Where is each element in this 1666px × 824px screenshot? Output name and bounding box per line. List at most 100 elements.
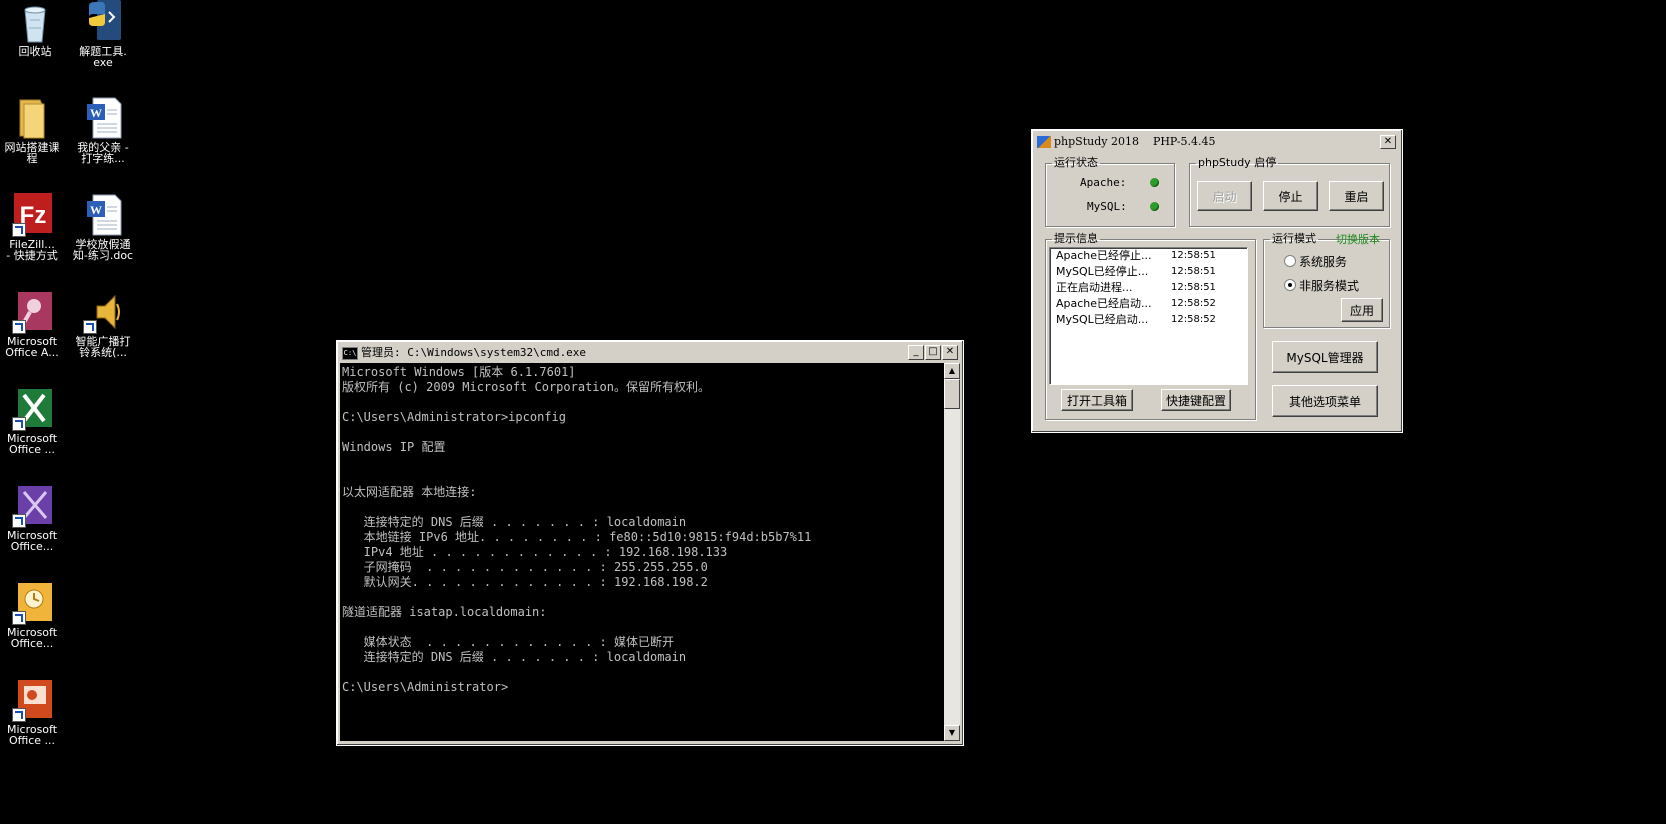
switch-version-link[interactable]: 切换版本 <box>1336 231 1380 247</box>
console-line: 连接特定的 DNS 后缀 . . . . . . . : localdomain <box>342 515 687 529</box>
desktop-icon-label: 我的父亲 - 打字练... <box>77 141 129 165</box>
desktop-icon-office-outlook[interactable]: Microsoft Office... <box>0 581 67 649</box>
cmd-titlebar[interactable]: C:\ 管理员: C:\Windows\system32\cmd.exe _ □ … <box>340 344 960 361</box>
svg-text:W: W <box>90 106 102 120</box>
desktop-icon-label: Microsoft Office... <box>6 626 58 650</box>
phpstudy-title: phpStudy 2018 PHP-5.4.45 <box>1054 135 1216 148</box>
console-line: IPv4 地址 . . . . . . . . . . . . : 192.16… <box>342 545 728 559</box>
maximize-button[interactable]: □ <box>925 345 941 360</box>
desktop-icon-label: Microsoft Office A... <box>5 335 59 359</box>
access-icon <box>12 290 52 334</box>
close-button[interactable]: ✕ <box>1380 135 1396 149</box>
log-message: MySQL已经停止... <box>1056 265 1149 278</box>
scroll-thumb[interactable] <box>944 379 960 409</box>
system-service-label: 系统服务 <box>1299 255 1348 269</box>
log-message: MySQL已经启动... <box>1056 313 1149 326</box>
cmd-title: 管理员: C:\Windows\system32\cmd.exe <box>361 346 587 359</box>
word-doc-icon: W <box>83 96 123 140</box>
system-service-radio[interactable] <box>1284 255 1296 267</box>
log-list[interactable]: Apache已经停止... 12:58:51 MySQL已经停止... 12:58:5… <box>1049 247 1248 385</box>
log-row[interactable]: Apache已经停止... 12:58:51 <box>1050 248 1247 264</box>
run-mode-label: 运行模式 <box>1272 232 1316 245</box>
stop-button[interactable]: 停止 <box>1263 181 1318 211</box>
log-row[interactable]: MySQL已经启动... 12:58:52 <box>1050 312 1247 328</box>
folder-icon <box>12 96 52 140</box>
svg-text:W: W <box>90 203 102 217</box>
desktop-icon-label: 解题工具. exe <box>79 45 127 69</box>
console-line: C:\Users\Administrator> <box>342 680 509 694</box>
shortcut-arrow-icon <box>12 223 26 237</box>
log-row[interactable]: Apache已经启动... 12:58:52 <box>1050 296 1247 312</box>
vertical-scrollbar[interactable]: ▲ ▼ <box>944 363 960 741</box>
desktop-icon-label: Microsoft Office... <box>6 529 58 553</box>
desktop-icon-my-father-doc[interactable]: W 我的父亲 - 打字练... <box>68 96 138 164</box>
console-line: 本地链接 IPv6 地址. . . . . . . . : fe80::5d10… <box>342 530 812 544</box>
console-line: 媒体状态 . . . . . . . . . . . . : 媒体已断开 <box>342 635 674 649</box>
phpstudy-app-icon <box>1037 136 1051 148</box>
start-button[interactable]: 启动 <box>1197 181 1252 211</box>
desktop-icon-label: 网站搭建课 程 <box>4 141 60 165</box>
console-line: 版权所有 (c) 2009 Microsoft Corporation。保留所有… <box>342 380 710 394</box>
desktop-icon-label: 回收站 <box>18 45 52 58</box>
log-time: 12:58:51 <box>1171 250 1216 261</box>
open-toolbox-button[interactable]: 打开工具箱 <box>1061 389 1133 411</box>
phpstudy-window[interactable]: phpStudy 2018 PHP-5.4.45 ✕ 运行状态 Apache: … <box>1031 129 1403 433</box>
scroll-down-icon[interactable]: ▼ <box>944 725 960 741</box>
log-row[interactable]: MySQL已经停止... 12:58:51 <box>1050 264 1247 280</box>
mysql-status-indicator <box>1150 202 1159 211</box>
infopath-icon <box>12 484 52 528</box>
console-line: Microsoft Windows [版本 6.1.7601] <box>342 365 576 379</box>
desktop-icon-solver-exe[interactable]: 解题工具. exe <box>68 0 138 68</box>
mysql-manager-button[interactable]: MySQL管理器 <box>1272 341 1378 373</box>
minimize-button[interactable]: _ <box>908 345 924 360</box>
non-service-mode-label: 非服务模式 <box>1299 279 1360 293</box>
log-time: 12:58:51 <box>1171 266 1216 277</box>
desktop-icon-school-notice-doc[interactable]: W 学校放假通 知-练习.doc <box>68 193 138 261</box>
shortcut-arrow-icon <box>12 611 26 625</box>
scroll-up-icon[interactable]: ▲ <box>944 363 960 379</box>
shortcut-arrow-icon <box>12 708 26 722</box>
restart-button[interactable]: 重启 <box>1329 181 1384 211</box>
log-row[interactable]: 正在启动进程... 12:58:51 <box>1050 280 1247 296</box>
console-line: 子网掩码 . . . . . . . . . . . . : 255.255.2… <box>342 560 708 574</box>
log-message: Apache已经停止... <box>1056 249 1152 262</box>
powerpoint-icon <box>12 678 52 722</box>
desktop-icon-office-excel[interactable]: Microsoft Office ... <box>0 387 67 455</box>
desktop-icon-broadcast-system[interactable]: 智能广播打 铃系统(... <box>68 290 138 358</box>
desktop-icon-label: Microsoft Office ... <box>6 432 58 456</box>
desktop-icon-recycle-bin[interactable]: 回收站 <box>0 0 70 57</box>
desktop-icon-office-powerpoint[interactable]: Microsoft Office ... <box>0 678 67 746</box>
shortcut-arrow-icon <box>12 320 26 334</box>
non-service-mode-radio[interactable] <box>1284 279 1296 291</box>
start-stop-legend: phpStudy 启停 <box>1198 156 1277 169</box>
shortcut-arrow-icon <box>12 514 26 528</box>
log-legend: 提示信息 <box>1054 232 1098 245</box>
console-line: 连接特定的 DNS 后缀 . . . . . . . : localdomain <box>342 650 687 664</box>
log-time: 12:58:52 <box>1171 314 1216 325</box>
phpstudy-titlebar[interactable]: phpStudy 2018 PHP-5.4.45 ✕ <box>1035 133 1399 151</box>
apply-button[interactable]: 应用 <box>1341 298 1383 322</box>
desktop-icon-label: Microsoft Office ... <box>6 723 58 747</box>
desktop-icon-website-course[interactable]: 网站搭建课 程 <box>0 96 67 164</box>
cmd-window[interactable]: C:\ 管理员: C:\Windows\system32\cmd.exe _ □ … <box>336 340 964 746</box>
console-line: C:\Users\Administrator>ipconfig <box>342 410 566 424</box>
excel-icon <box>12 387 52 431</box>
outlook-icon <box>12 581 52 625</box>
other-options-menu-button[interactable]: 其他选项菜单 <box>1272 385 1378 417</box>
desktop-icon-filezilla[interactable]: Fz FileZill... - 快捷方式 <box>0 193 67 261</box>
shortcut-config-button[interactable]: 快捷键配置 <box>1161 389 1231 411</box>
shortcut-arrow-icon <box>12 417 26 431</box>
desktop-icon-office-access[interactable]: Microsoft Office A... <box>0 290 67 358</box>
recycle-bin-icon <box>15 0 55 44</box>
close-button[interactable]: ✕ <box>942 345 958 360</box>
desktop-icon-office-infopath[interactable]: Microsoft Office... <box>0 484 67 552</box>
console-output[interactable]: Microsoft Windows [版本 6.1.7601] 版权所有 (c) … <box>340 363 944 741</box>
